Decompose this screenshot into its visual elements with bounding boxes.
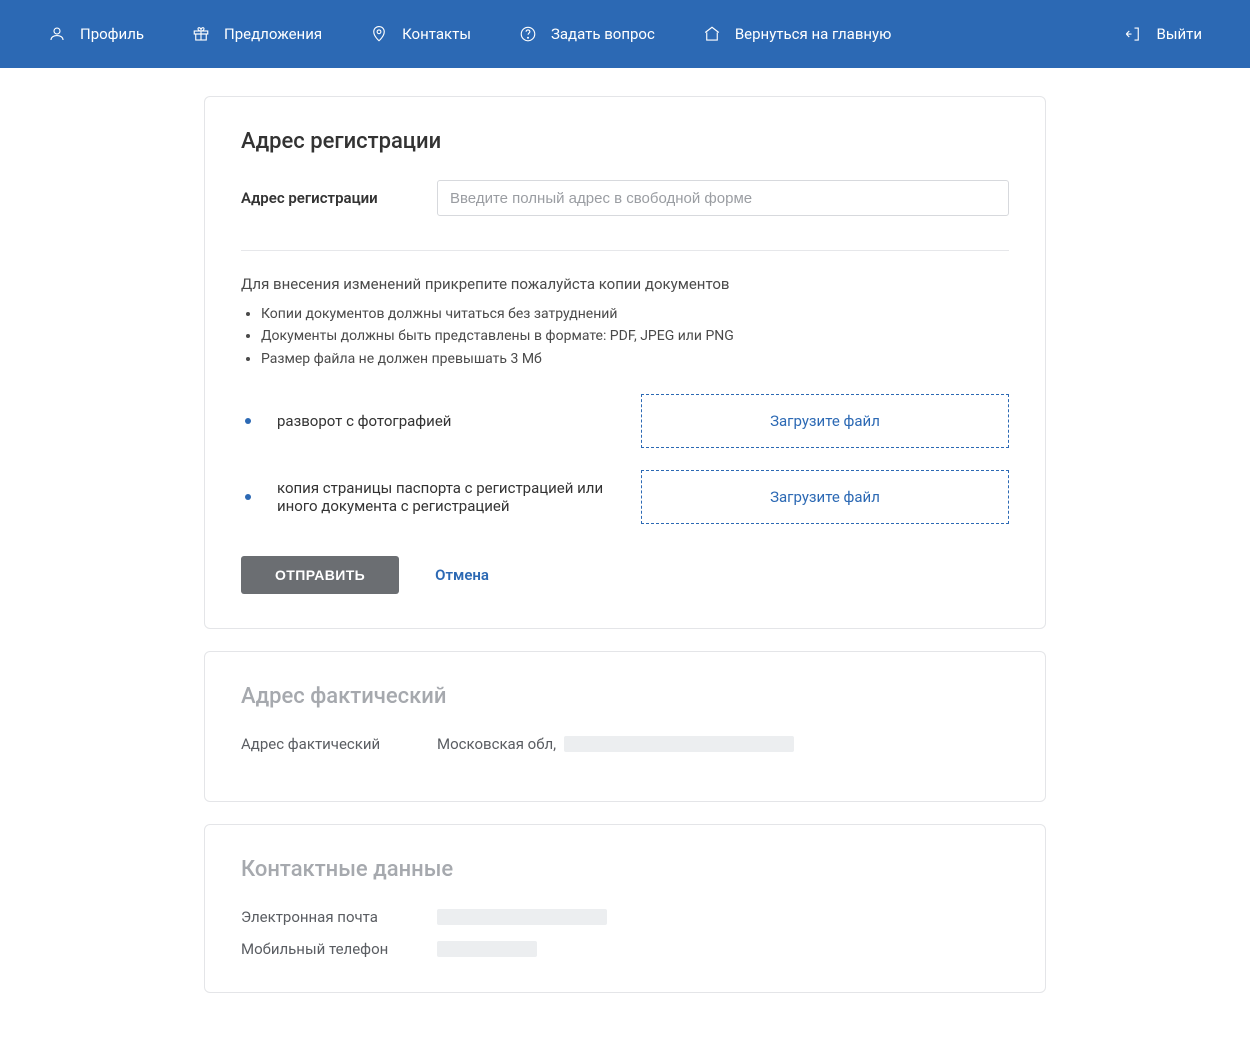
upload-label-registration-page: копия страницы паспорта с регистрацией и…: [271, 479, 621, 515]
top-navbar: Профиль Предложения Контакты Задать вопр…: [0, 0, 1250, 68]
upload-button-text: Загрузите файл: [770, 488, 880, 506]
redacted-value: [437, 941, 537, 957]
nav-contacts-label: Контакты: [402, 25, 471, 43]
nav-logout[interactable]: Выйти: [1124, 25, 1202, 43]
email-row: Электронная почта: [241, 908, 1009, 926]
card-contacts: Контактные данные Электронная почта Моби…: [204, 824, 1046, 993]
phone-row: Мобильный телефон: [241, 940, 1009, 958]
upload-button-text: Загрузите файл: [770, 412, 880, 430]
phone-value: [437, 940, 537, 958]
instructions-list: Копии документов должны читаться без зат…: [241, 303, 1009, 370]
instruction-item: Копии документов должны читаться без зат…: [261, 303, 1009, 325]
redacted-value: [564, 736, 794, 752]
submit-button[interactable]: ОТПРАВИТЬ: [241, 556, 399, 594]
actual-address-prefix: Московская обл,: [437, 735, 556, 753]
cancel-link[interactable]: Отмена: [435, 566, 489, 584]
upload-button-registration-page[interactable]: Загрузите файл: [641, 470, 1009, 524]
upload-row-photo-page: разворот с фотографией Загрузите файл: [241, 394, 1009, 448]
question-icon: [519, 25, 537, 43]
nav-offers-label: Предложения: [224, 25, 322, 43]
pin-icon: [370, 25, 388, 43]
phone-label: Мобильный телефон: [241, 940, 413, 958]
nav-profile[interactable]: Профиль: [48, 25, 144, 43]
instructions-heading: Для внесения изменений прикрепите пожалу…: [241, 275, 1009, 293]
contacts-title: Контактные данные: [241, 857, 1009, 882]
card-actual-address: Адрес фактический Адрес фактический Моск…: [204, 651, 1046, 802]
nav-ask[interactable]: Задать вопрос: [519, 25, 655, 43]
divider: [241, 250, 1009, 251]
bullet-icon: [245, 418, 251, 424]
reg-title: Адрес регистрации: [241, 129, 1009, 154]
page-content: Адрес регистрации Адрес регистрации Для …: [0, 68, 1250, 1033]
redacted-value: [437, 909, 607, 925]
actual-address-row: Адрес фактический Московская обл,: [241, 735, 1009, 753]
gift-icon: [192, 25, 210, 43]
nav-logout-label: Выйти: [1156, 25, 1202, 43]
actual-address-label: Адрес фактический: [241, 735, 413, 753]
email-value: [437, 908, 607, 926]
reg-address-input[interactable]: [437, 180, 1009, 216]
upload-row-registration-page: копия страницы паспорта с регистрацией и…: [241, 470, 1009, 524]
nav-profile-label: Профиль: [80, 25, 144, 43]
nav-home-label: Вернуться на главную: [735, 25, 892, 43]
bullet-icon: [245, 494, 251, 500]
instruction-item: Документы должны быть представлены в фор…: [261, 325, 1009, 347]
email-label: Электронная почта: [241, 908, 413, 926]
instruction-item: Размер файла не должен превышать 3 Мб: [261, 348, 1009, 370]
reg-address-row: Адрес регистрации: [241, 180, 1009, 216]
card-registration-address: Адрес регистрации Адрес регистрации Для …: [204, 96, 1046, 629]
form-actions: ОТПРАВИТЬ Отмена: [241, 556, 1009, 594]
nav-offers[interactable]: Предложения: [192, 25, 322, 43]
nav-home[interactable]: Вернуться на главную: [703, 25, 892, 43]
nav-ask-label: Задать вопрос: [551, 25, 655, 43]
actual-title: Адрес фактический: [241, 684, 1009, 709]
upload-label-photo-page: разворот с фотографией: [271, 412, 621, 430]
home-icon: [703, 25, 721, 43]
reg-address-label: Адрес регистрации: [241, 189, 413, 207]
actual-address-value: Московская обл,: [437, 735, 794, 753]
nav-contacts[interactable]: Контакты: [370, 25, 471, 43]
user-icon: [48, 25, 66, 43]
logout-icon: [1124, 25, 1142, 43]
upload-button-photo-page[interactable]: Загрузите файл: [641, 394, 1009, 448]
